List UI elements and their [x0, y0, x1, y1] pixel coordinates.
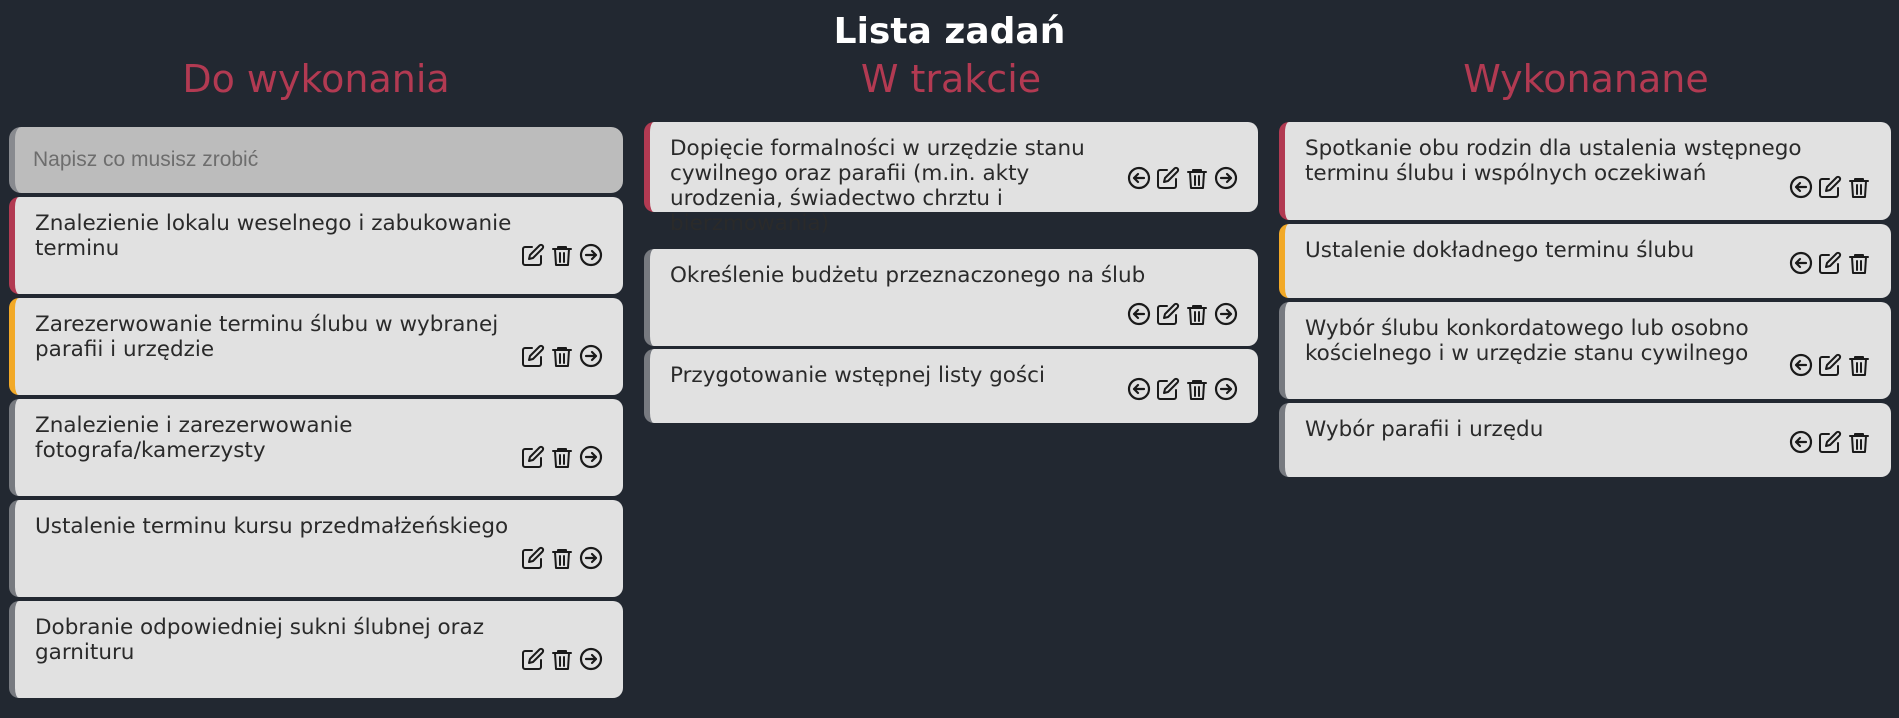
- edit-icon[interactable]: [521, 243, 545, 267]
- column-title-done: Wykonanane: [1463, 57, 1709, 101]
- column-in-progress: Dopięcie formalności w urzędzie stanu cy…: [644, 122, 1258, 442]
- task-text: Znalezienie i zarezerwowanie fotografa/k…: [35, 413, 353, 463]
- task-actions: [1789, 251, 1871, 275]
- circle-arrow-left-icon[interactable]: [1127, 377, 1151, 401]
- edit-icon[interactable]: [521, 546, 545, 570]
- edit-icon[interactable]: [521, 647, 545, 671]
- task-text: Przygotowanie wstępnej listy gości: [670, 363, 1045, 388]
- trash-icon[interactable]: [550, 445, 574, 469]
- column-title-in-progress: W trakcie: [860, 57, 1042, 101]
- task-text: Ustalenie terminu kursu przedmałżeńskieg…: [35, 514, 509, 539]
- task-text: Dopięcie formalności w urzędzie stanu cy…: [670, 136, 1085, 236]
- circle-arrow-right-icon[interactable]: [579, 243, 603, 267]
- task-card: Spotkanie obu rodzin dla ustalenia wstęp…: [1279, 122, 1891, 220]
- edit-icon[interactable]: [521, 344, 545, 368]
- circle-arrow-left-icon[interactable]: [1789, 430, 1813, 454]
- circle-arrow-right-icon[interactable]: [579, 445, 603, 469]
- task-actions: [1127, 166, 1238, 190]
- task-text: Wybór ślubu konkordatowego lub osobno ko…: [1305, 316, 1749, 366]
- trash-icon[interactable]: [1185, 377, 1209, 401]
- task-actions: [521, 546, 603, 570]
- task-text: Ustalenie dokładnego terminu ślubu: [1305, 238, 1695, 263]
- task-text: Wybór parafii i urzędu: [1305, 417, 1544, 442]
- trash-icon[interactable]: [1185, 302, 1209, 326]
- task-text: Znalezienie lokalu weselnego i zabukowan…: [35, 211, 512, 261]
- column-todo: Znalezienie lokalu weselnego i zabukowan…: [9, 127, 623, 707]
- trash-icon[interactable]: [550, 546, 574, 570]
- task-card: Ustalenie dokładnego terminu ślubu: [1279, 224, 1891, 298]
- column-done: Spotkanie obu rodzin dla ustalenia wstęp…: [1279, 122, 1891, 482]
- new-task-input[interactable]: [9, 127, 623, 193]
- trash-icon[interactable]: [550, 647, 574, 671]
- task-card: Wybór ślubu konkordatowego lub osobno ko…: [1279, 302, 1891, 399]
- task-card: Ustalenie terminu kursu przedmałżeńskieg…: [9, 500, 623, 597]
- task-text: Spotkanie obu rodzin dla ustalenia wstęp…: [1305, 136, 1802, 186]
- task-card: Dobranie odpowiedniej sukni ślubnej oraz…: [9, 601, 623, 698]
- circle-arrow-right-icon[interactable]: [1214, 302, 1238, 326]
- circle-arrow-right-icon[interactable]: [579, 546, 603, 570]
- task-actions: [521, 445, 603, 469]
- circle-arrow-right-icon[interactable]: [1214, 377, 1238, 401]
- task-actions: [521, 647, 603, 671]
- trash-icon[interactable]: [550, 344, 574, 368]
- circle-arrow-right-icon[interactable]: [1214, 166, 1238, 190]
- task-card: Określenie budżetu przeznaczonego na ślu…: [644, 249, 1258, 346]
- edit-icon[interactable]: [1156, 166, 1180, 190]
- task-card: Znalezienie lokalu weselnego i zabukowan…: [9, 197, 623, 294]
- column-title-todo: Do wykonania: [182, 57, 450, 101]
- circle-arrow-left-icon[interactable]: [1789, 353, 1813, 377]
- trash-icon[interactable]: [1847, 175, 1871, 199]
- edit-icon[interactable]: [1156, 302, 1180, 326]
- circle-arrow-left-icon[interactable]: [1127, 166, 1151, 190]
- edit-icon[interactable]: [1818, 430, 1842, 454]
- edit-icon[interactable]: [521, 445, 545, 469]
- task-card: Wybór parafii i urzędu: [1279, 403, 1891, 477]
- page-title: Lista zadań: [833, 11, 1066, 52]
- circle-arrow-left-icon[interactable]: [1789, 251, 1813, 275]
- trash-icon[interactable]: [1847, 430, 1871, 454]
- task-actions: [1127, 377, 1238, 401]
- task-actions: [521, 243, 603, 267]
- edit-icon[interactable]: [1818, 353, 1842, 377]
- edit-icon[interactable]: [1818, 251, 1842, 275]
- trash-icon[interactable]: [1847, 353, 1871, 377]
- task-actions: [521, 344, 603, 368]
- task-actions: [1789, 353, 1871, 377]
- task-text: Określenie budżetu przeznaczonego na ślu…: [670, 263, 1146, 288]
- task-card: Przygotowanie wstępnej listy gości: [644, 349, 1258, 423]
- task-actions: [1127, 302, 1238, 326]
- task-text: Zarezerwowanie terminu ślubu w wybranej …: [35, 312, 499, 362]
- trash-icon[interactable]: [550, 243, 574, 267]
- task-card: Zarezerwowanie terminu ślubu w wybranej …: [9, 298, 623, 395]
- task-actions: [1789, 430, 1871, 454]
- edit-icon[interactable]: [1156, 377, 1180, 401]
- edit-icon[interactable]: [1818, 175, 1842, 199]
- task-text: Dobranie odpowiedniej sukni ślubnej oraz…: [35, 615, 484, 665]
- circle-arrow-right-icon[interactable]: [579, 647, 603, 671]
- task-card: Znalezienie i zarezerwowanie fotografa/k…: [9, 399, 623, 496]
- trash-icon[interactable]: [1847, 251, 1871, 275]
- trash-icon[interactable]: [1185, 166, 1209, 190]
- circle-arrow-left-icon[interactable]: [1127, 302, 1151, 326]
- task-card: Dopięcie formalności w urzędzie stanu cy…: [644, 122, 1258, 236]
- task-actions: [1789, 175, 1871, 199]
- circle-arrow-right-icon[interactable]: [579, 344, 603, 368]
- circle-arrow-left-icon[interactable]: [1789, 175, 1813, 199]
